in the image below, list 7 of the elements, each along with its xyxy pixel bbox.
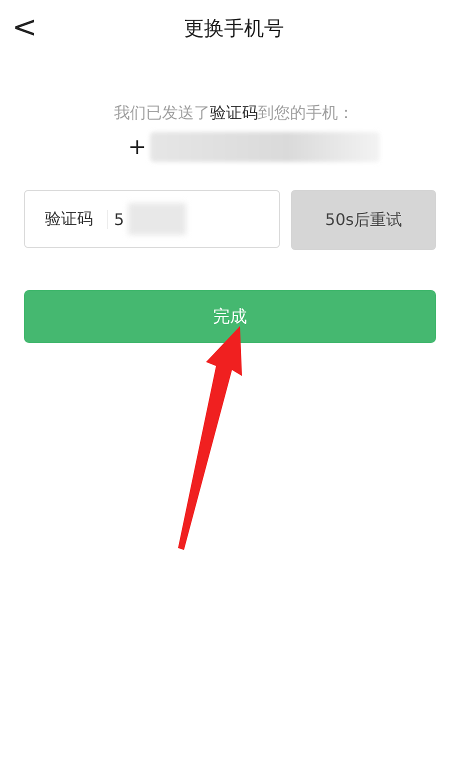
page-title: 更换手机号 [184, 14, 284, 42]
phone-prefix: + [128, 134, 146, 160]
code-field[interactable]: 验证码 5 [24, 190, 280, 248]
code-value: 5 [107, 210, 124, 228]
code-label: 验证码 [45, 208, 93, 230]
sent-message: 我们已发送了验证码到您的手机： [113, 103, 355, 124]
back-button[interactable]: < [12, 13, 38, 43]
